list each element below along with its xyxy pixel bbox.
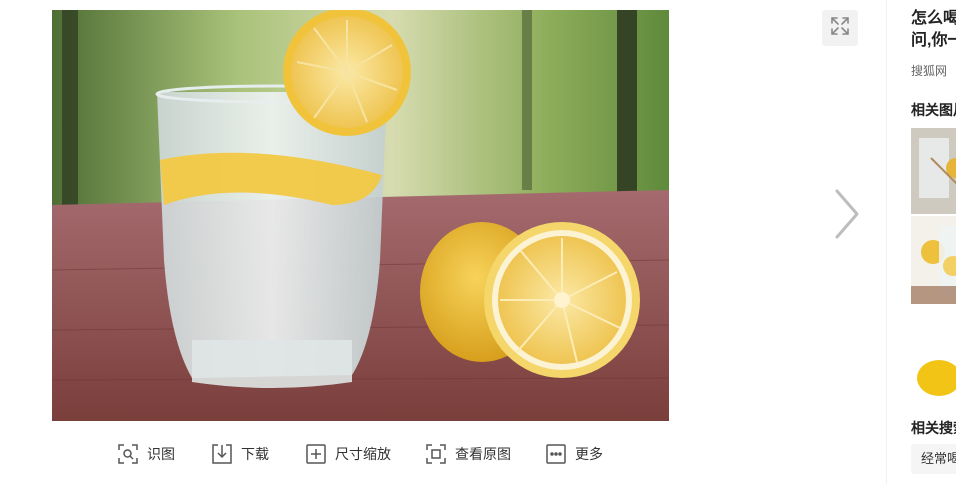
- related-search-chip[interactable]: 经常喝: [911, 444, 956, 474]
- related-image-thumb[interactable]: [911, 216, 956, 304]
- identify-image-button[interactable]: 识图: [118, 440, 175, 468]
- source-site[interactable]: 搜狐网: [911, 62, 947, 79]
- expand-icon: [828, 14, 852, 43]
- title-line-1: 怎么喝: [911, 10, 956, 27]
- related-search-heading: 相关搜索: [911, 420, 956, 436]
- more-dots-icon: [546, 444, 566, 464]
- identify-image-label: 识图: [147, 446, 175, 462]
- view-original-button[interactable]: 查看原图: [426, 440, 511, 468]
- download-icon: [212, 444, 232, 464]
- resize-label: 尺寸缩放: [335, 446, 391, 462]
- image-source-title[interactable]: 怎么喝 问,你一: [911, 8, 956, 52]
- view-original-icon: [426, 444, 446, 464]
- title-line-2: 问,你一: [911, 32, 956, 49]
- more-button[interactable]: 更多: [546, 440, 603, 468]
- related-image-thumb[interactable]: [911, 352, 956, 400]
- related-image-thumb[interactable]: [911, 128, 956, 214]
- chevron-right-icon: [831, 188, 861, 245]
- image-viewer: 识图 下载 尺寸缩放 查看原图 更多: [0, 0, 886, 484]
- plus-square-icon: [306, 444, 326, 464]
- fullscreen-button[interactable]: [822, 10, 858, 46]
- next-image-button[interactable]: [826, 188, 866, 244]
- view-original-label: 查看原图: [455, 446, 511, 462]
- resize-button[interactable]: 尺寸缩放: [306, 440, 391, 468]
- download-button[interactable]: 下载: [212, 440, 269, 468]
- download-label: 下载: [241, 446, 269, 462]
- sidebar: 怎么喝 问,你一 搜狐网 相关图片 相关搜索 经常喝: [887, 0, 956, 484]
- scan-search-icon: [118, 444, 138, 464]
- lemon-water-photo: [52, 10, 669, 421]
- image-toolbar: 识图 下载 尺寸缩放 查看原图 更多: [0, 440, 886, 468]
- related-images-heading: 相关图片: [911, 102, 956, 118]
- main-image[interactable]: [52, 10, 669, 421]
- more-label: 更多: [575, 446, 603, 462]
